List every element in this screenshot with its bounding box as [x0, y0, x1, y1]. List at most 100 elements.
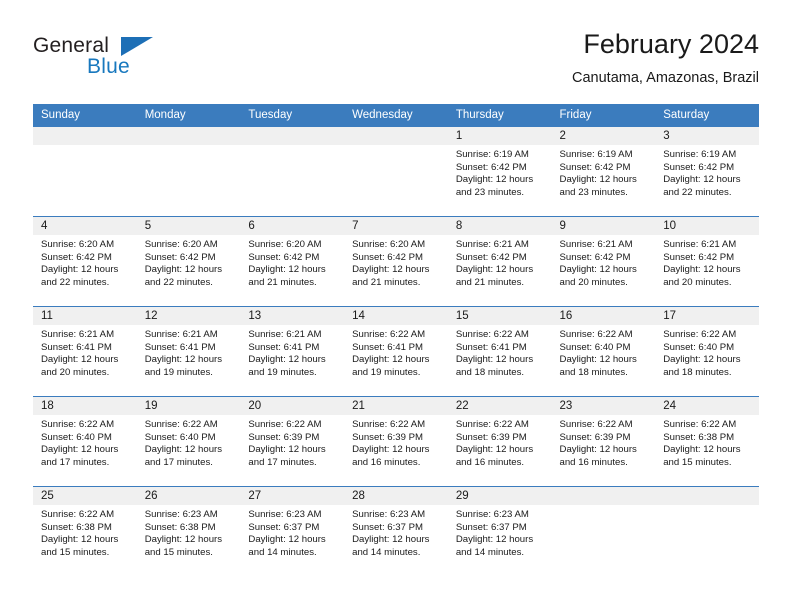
day-number: 5: [136, 217, 241, 235]
sunset-text: Sunset: 6:42 PM: [559, 161, 631, 173]
day-details: [655, 505, 759, 509]
sunset-text: Sunset: 6:42 PM: [248, 251, 320, 263]
sunrise-text: Sunrise: 6:21 AM: [248, 329, 322, 340]
day-details: Sunrise: 6:23 AM Sunset: 6:37 PM Dayligh…: [448, 505, 552, 559]
day-cell[interactable]: 17 Sunrise: 6:22 AM Sunset: 6:40 PM Dayl…: [655, 306, 759, 397]
sunset-text: Sunset: 6:42 PM: [559, 251, 631, 263]
day-cell[interactable]: [240, 127, 345, 217]
page-title: February 2024: [583, 29, 759, 59]
day-cell[interactable]: 21 Sunrise: 6:22 AM Sunset: 6:39 PM Dayl…: [344, 396, 448, 487]
day-cell[interactable]: 5 Sunrise: 6:20 AM Sunset: 6:42 PM Dayli…: [136, 216, 241, 307]
daylight-text-line2: and 18 minutes.: [663, 366, 732, 378]
sunset-text: Sunset: 6:41 PM: [41, 341, 112, 353]
daylight-text-line2: and 15 minutes.: [144, 546, 213, 558]
day-cell[interactable]: 11 Sunrise: 6:21 AM Sunset: 6:41 PM Dayl…: [33, 306, 137, 397]
day-cell[interactable]: 16 Sunrise: 6:22 AM Sunset: 6:40 PM Dayl…: [551, 306, 656, 397]
day-details: Sunrise: 6:23 AM Sunset: 6:38 PM Dayligh…: [137, 505, 241, 559]
day-cell[interactable]: 1 Sunrise: 6:19 AM Sunset: 6:42 PM Dayli…: [447, 127, 552, 217]
day-cell[interactable]: 15 Sunrise: 6:22 AM Sunset: 6:41 PM Dayl…: [447, 306, 552, 397]
daylight-text-line1: Daylight: 12 hours: [455, 264, 534, 276]
day-cell[interactable]: 27 Sunrise: 6:23 AM Sunset: 6:37 PM Dayl…: [240, 486, 345, 576]
day-cell[interactable]: [655, 486, 759, 576]
daylight-text-line2: and 22 minutes.: [41, 276, 110, 288]
daylight-text-line1: Daylight: 12 hours: [455, 534, 534, 546]
sunrise-text: Sunrise: 6:23 AM: [144, 509, 218, 520]
day-cell[interactable]: 10 Sunrise: 6:21 AM Sunset: 6:42 PM Dayl…: [655, 216, 759, 307]
day-cell[interactable]: 12 Sunrise: 6:21 AM Sunset: 6:41 PM Dayl…: [136, 306, 241, 397]
day-number: [655, 487, 759, 505]
sunset-text: Sunset: 6:42 PM: [144, 251, 216, 263]
day-cell[interactable]: 6 Sunrise: 6:20 AM Sunset: 6:42 PM Dayli…: [240, 216, 345, 307]
weekday-header-friday: Friday: [551, 104, 656, 127]
day-cell[interactable]: 23 Sunrise: 6:22 AM Sunset: 6:39 PM Dayl…: [551, 396, 656, 487]
day-cell[interactable]: 9 Sunrise: 6:21 AM Sunset: 6:42 PM Dayli…: [551, 216, 656, 307]
day-cell[interactable]: 8 Sunrise: 6:21 AM Sunset: 6:42 PM Dayli…: [447, 216, 552, 307]
daylight-text-line2: and 17 minutes.: [248, 456, 317, 468]
calendar-body: 1 Sunrise: 6:19 AM Sunset: 6:42 PM Dayli…: [33, 127, 759, 576]
sunset-text: Sunset: 6:41 PM: [455, 341, 527, 353]
day-cell[interactable]: [136, 127, 241, 217]
day-number: 14: [344, 307, 448, 325]
daylight-text-line2: and 16 minutes.: [455, 456, 525, 468]
sunrise-sunset-calendar: Sunday Monday Tuesday Wednesday Thursday…: [33, 104, 759, 576]
daylight-text-line1: Daylight: 12 hours: [248, 444, 326, 456]
day-cell[interactable]: 19 Sunrise: 6:22 AM Sunset: 6:40 PM Dayl…: [136, 396, 241, 487]
sunrise-text: Sunrise: 6:21 AM: [144, 329, 218, 340]
day-number: 29: [447, 487, 552, 505]
day-cell[interactable]: 3 Sunrise: 6:19 AM Sunset: 6:42 PM Dayli…: [655, 127, 759, 217]
day-cell[interactable]: 20 Sunrise: 6:22 AM Sunset: 6:39 PM Dayl…: [240, 396, 345, 487]
daylight-text-line2: and 14 minutes.: [248, 546, 317, 558]
daylight-text-line1: Daylight: 12 hours: [455, 174, 534, 186]
day-cell[interactable]: 28 Sunrise: 6:23 AM Sunset: 6:37 PM Dayl…: [344, 486, 448, 576]
day-details: Sunrise: 6:22 AM Sunset: 6:41 PM Dayligh…: [344, 325, 448, 379]
day-number: [33, 127, 137, 145]
day-cell[interactable]: 18 Sunrise: 6:22 AM Sunset: 6:40 PM Dayl…: [33, 396, 137, 487]
day-cell[interactable]: 26 Sunrise: 6:23 AM Sunset: 6:38 PM Dayl…: [136, 486, 241, 576]
day-number: 7: [344, 217, 448, 235]
weekday-header-saturday: Saturday: [655, 104, 759, 127]
calendar-header-row: Sunday Monday Tuesday Wednesday Thursday…: [33, 104, 759, 127]
sunset-text: Sunset: 6:39 PM: [352, 431, 424, 443]
day-cell[interactable]: 25 Sunrise: 6:22 AM Sunset: 6:38 PM Dayl…: [33, 486, 137, 576]
day-details: [240, 145, 344, 149]
daylight-text-line2: and 21 minutes.: [352, 276, 421, 288]
day-cell[interactable]: 4 Sunrise: 6:20 AM Sunset: 6:42 PM Dayli…: [33, 216, 137, 307]
day-details: Sunrise: 6:19 AM Sunset: 6:42 PM Dayligh…: [655, 145, 759, 199]
daylight-text-line2: and 15 minutes.: [663, 456, 732, 468]
day-number: 22: [447, 397, 552, 415]
location-subtitle: Canutama, Amazonas, Brazil: [572, 70, 759, 86]
daylight-text-line1: Daylight: 12 hours: [41, 444, 119, 456]
daylight-text-line2: and 14 minutes.: [352, 546, 421, 558]
sunset-text: Sunset: 6:37 PM: [248, 521, 320, 533]
day-cell[interactable]: [33, 127, 137, 217]
daylight-text-line2: and 20 minutes.: [41, 366, 110, 378]
day-cell[interactable]: 2 Sunrise: 6:19 AM Sunset: 6:42 PM Dayli…: [551, 127, 656, 217]
day-cell[interactable]: 22 Sunrise: 6:22 AM Sunset: 6:39 PM Dayl…: [447, 396, 552, 487]
sunrise-text: Sunrise: 6:22 AM: [663, 329, 737, 340]
day-details: [344, 145, 448, 149]
daylight-text-line2: and 21 minutes.: [248, 276, 317, 288]
daylight-text-line1: Daylight: 12 hours: [455, 444, 534, 456]
day-number: 11: [33, 307, 137, 325]
week-row: 11 Sunrise: 6:21 AM Sunset: 6:41 PM Dayl…: [33, 306, 759, 397]
day-number: 17: [655, 307, 759, 325]
day-details: Sunrise: 6:21 AM Sunset: 6:42 PM Dayligh…: [655, 235, 759, 289]
day-cell[interactable]: 7 Sunrise: 6:20 AM Sunset: 6:42 PM Dayli…: [344, 216, 448, 307]
weekday-header-thursday: Thursday: [447, 104, 552, 127]
week-row: 25 Sunrise: 6:22 AM Sunset: 6:38 PM Dayl…: [33, 486, 759, 576]
day-cell[interactable]: [344, 127, 448, 217]
day-cell[interactable]: 29 Sunrise: 6:23 AM Sunset: 6:37 PM Dayl…: [447, 486, 552, 576]
day-cell[interactable]: [551, 486, 656, 576]
daylight-text-line2: and 16 minutes.: [352, 456, 421, 468]
day-cell[interactable]: 14 Sunrise: 6:22 AM Sunset: 6:41 PM Dayl…: [344, 306, 448, 397]
day-number: [136, 127, 241, 145]
day-cell[interactable]: 24 Sunrise: 6:22 AM Sunset: 6:38 PM Dayl…: [655, 396, 759, 487]
day-number: 15: [447, 307, 552, 325]
day-number: 13: [240, 307, 345, 325]
day-details: Sunrise: 6:22 AM Sunset: 6:39 PM Dayligh…: [344, 415, 448, 469]
day-cell[interactable]: 13 Sunrise: 6:21 AM Sunset: 6:41 PM Dayl…: [240, 306, 345, 397]
daylight-text-line1: Daylight: 12 hours: [248, 534, 326, 546]
daylight-text-line2: and 23 minutes.: [455, 186, 525, 198]
daylight-text-line1: Daylight: 12 hours: [41, 354, 119, 366]
day-details: Sunrise: 6:22 AM Sunset: 6:40 PM Dayligh…: [655, 325, 759, 379]
